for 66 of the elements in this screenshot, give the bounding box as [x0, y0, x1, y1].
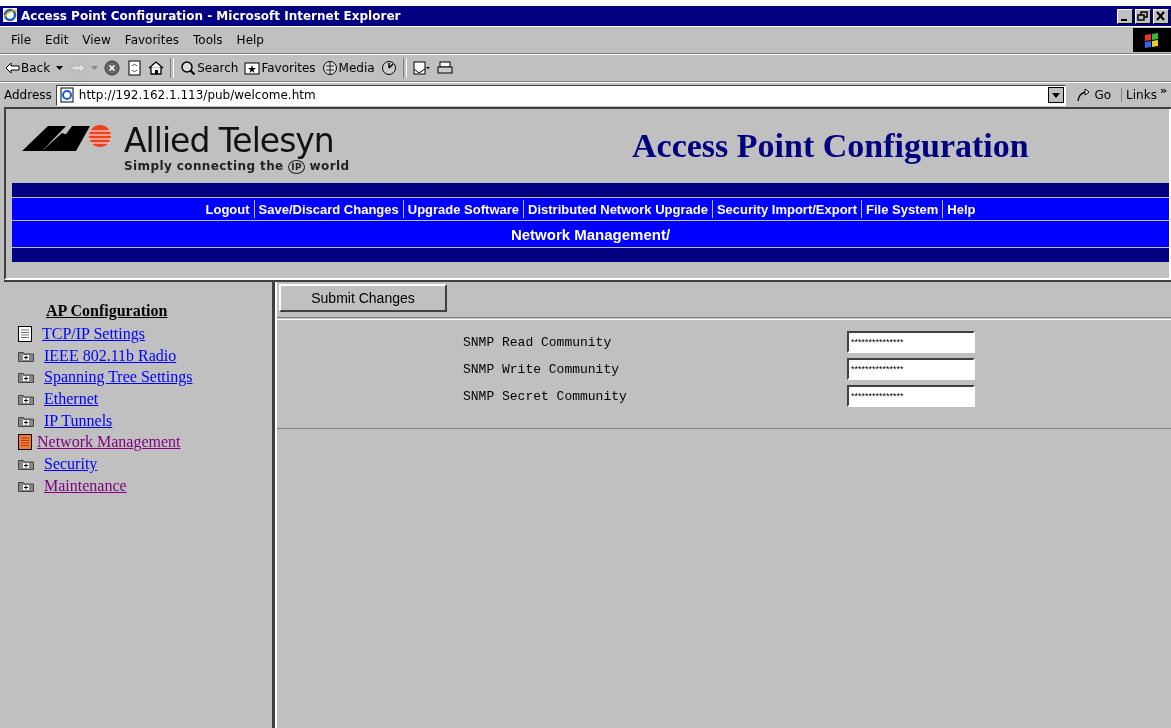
field-label: SNMP Read Community	[462, 334, 613, 350]
breadcrumb: Network Management/	[510, 225, 671, 243]
folder-plus-icon[interactable]	[18, 457, 34, 470]
page-title: Access Point Configuration	[631, 127, 1029, 165]
refresh-icon[interactable]	[126, 60, 143, 76]
menu-item[interactable]: Help	[229, 33, 271, 47]
sidebar-link[interactable]: Spanning Tree Settings	[44, 368, 193, 387]
password-field[interactable]: ***************	[847, 358, 975, 380]
star-folder-icon[interactable]	[244, 60, 261, 76]
password-field[interactable]: ***************	[847, 385, 975, 407]
nav-link[interactable]: Security Import/Export	[712, 201, 861, 217]
submit-button[interactable]: Submit Changes	[279, 284, 447, 312]
search-icon[interactable]	[180, 60, 197, 76]
nav-link[interactable]: Distributed Network Upgrade	[524, 201, 712, 217]
links-button[interactable]: Links	[1126, 88, 1157, 102]
nav-link[interactable]: Upgrade Software	[403, 201, 523, 217]
menu-item[interactable]: Edit	[38, 33, 76, 47]
folder-plus-icon[interactable]	[18, 479, 34, 492]
clock-icon[interactable]	[380, 60, 397, 76]
envelope-icon[interactable]	[412, 60, 431, 76]
sidebar-link[interactable]: Ethernet	[44, 389, 99, 408]
folder-plus-icon[interactable]	[18, 371, 34, 384]
folder-plus-icon[interactable]	[18, 349, 34, 362]
menu-item[interactable]: File	[4, 33, 39, 47]
sidebar-link[interactable]: IP Tunnels	[44, 411, 113, 430]
field-label: SNMP Write Community	[462, 361, 621, 377]
tagline: Simply connecting the IP world	[124, 158, 350, 174]
folder-plus-icon[interactable]	[18, 414, 34, 427]
window-title: Access Point Configuration - Microsoft Internet Explorer	[21, 9, 402, 23]
stop-icon[interactable]	[104, 60, 121, 76]
password-field[interactable]: ***************	[847, 331, 975, 353]
brand-name: Allied Telesyn	[124, 122, 334, 159]
nav-link[interactable]: File System	[862, 201, 943, 217]
document-icon[interactable]	[18, 434, 32, 451]
windows-logo-icon	[1133, 28, 1171, 52]
document-icon[interactable]	[18, 325, 32, 342]
menu-item[interactable]: Tools	[186, 33, 230, 47]
page-icon	[58, 87, 75, 103]
logo-mark-icon	[22, 122, 114, 153]
menu-item[interactable]: Favorites	[117, 33, 187, 47]
field-label: SNMP Secret Community	[462, 388, 628, 404]
nav-link[interactable]: Save/Discard Changes	[254, 201, 403, 217]
folder-plus-icon[interactable]	[18, 392, 34, 405]
nav-link[interactable]: Help	[943, 201, 980, 217]
chevron-icon[interactable]: »	[1159, 84, 1167, 97]
nav-link[interactable]: Logout	[201, 201, 254, 217]
home-icon[interactable]	[148, 60, 165, 76]
toolbar-button[interactable]: Search	[180, 60, 239, 76]
caret-icon[interactable]	[56, 66, 64, 70]
sidebar-link[interactable]: IEEE 802.11b Radio	[44, 346, 177, 365]
toolbar-button[interactable]: Back	[4, 60, 51, 76]
sidebar-link[interactable]: TCP/IP Settings	[42, 324, 145, 343]
address-field[interactable]: http://192.162.1.113/pub/welcome.htm	[55, 84, 1067, 106]
printer-icon[interactable]	[436, 60, 453, 76]
browser-icon	[2, 6, 18, 23]
back-arrow-icon[interactable]	[4, 60, 20, 76]
sidebar-link[interactable]: Network Management	[37, 433, 181, 452]
toolbar-button[interactable]: Favorites	[244, 60, 316, 76]
sidebar-link[interactable]: Maintenance	[44, 476, 127, 495]
globe-icon[interactable]	[321, 60, 338, 76]
sidebar-link[interactable]: Security	[44, 454, 98, 473]
menu-item[interactable]: View	[75, 33, 118, 47]
go-button[interactable]: Go	[1070, 88, 1123, 102]
sidebar-heading: AP Configuration	[45, 302, 169, 320]
toolbar-button[interactable]: Media	[321, 60, 375, 76]
address-label: Address	[4, 88, 52, 102]
